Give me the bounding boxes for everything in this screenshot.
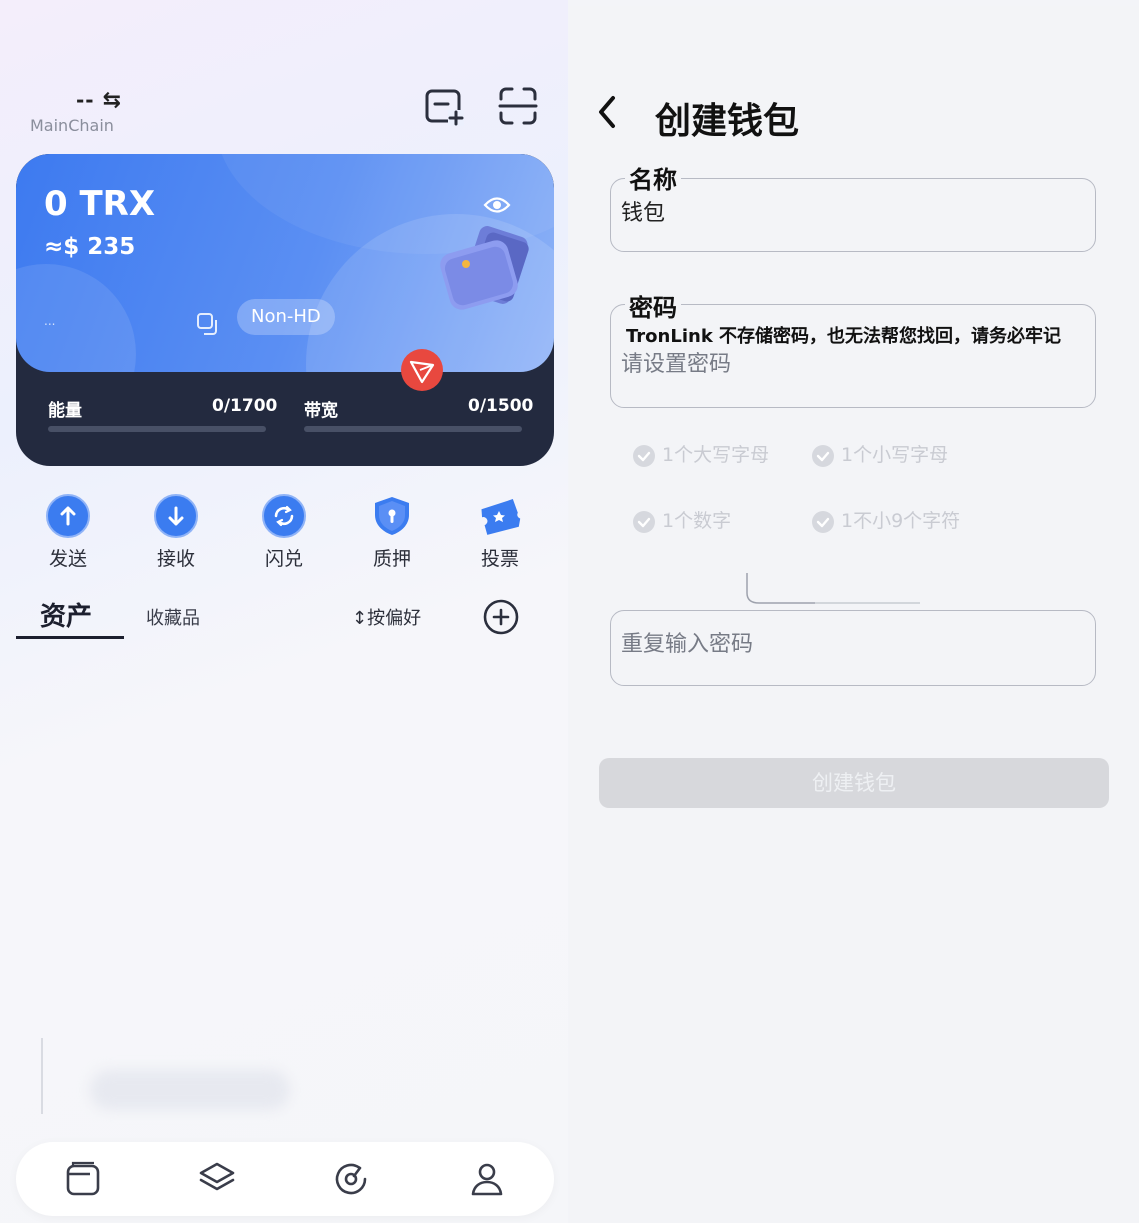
swap-button[interactable]: 闪兑 [230, 490, 338, 571]
active-tab-underline [16, 636, 124, 639]
receive-button[interactable]: 接收 [122, 490, 230, 571]
name-input[interactable] [621, 198, 1081, 223]
asset-tabs: 资产 收藏品 ↕按偏好 [16, 596, 556, 644]
check-circle-icon [633, 510, 655, 533]
energy-value: 0/1700 [212, 396, 278, 416]
vote-button[interactable]: 投票 [446, 490, 554, 571]
send-label: 发送 [48, 548, 87, 570]
bandwidth-bar [304, 426, 522, 432]
sort-label: 按偏好 [367, 608, 422, 629]
check-circle-icon [812, 510, 834, 533]
rule-number: 1个数字 [632, 506, 731, 534]
wallet-address: ... [44, 314, 56, 328]
receive-label: 接收 [156, 548, 195, 570]
stake-button[interactable]: 质押 [338, 490, 446, 571]
network-switcher[interactable]: -- ⇆ [76, 88, 122, 113]
create-wallet-button[interactable]: 创建钱包 [599, 758, 1109, 808]
profile-icon[interactable] [468, 1160, 506, 1198]
page-title: 创建钱包 [655, 101, 800, 142]
tron-logo-icon [401, 349, 443, 391]
trx-balance: 0 TRX [44, 184, 156, 224]
password-input[interactable] [621, 352, 1081, 377]
create-wallet-screen: 创建钱包 名称 密码 TronLink 不存储密码，也无法帮您找回，请务必牢记 … [569, 6, 1139, 1223]
send-icon [46, 494, 90, 538]
switch-network-icon: ⇆ [102, 88, 123, 113]
rule-length-text: 1不小9个字符 [841, 510, 961, 532]
rule-lowercase-text: 1个小写字母 [841, 444, 949, 466]
bandwidth-value: 0/1500 [468, 396, 534, 416]
rule-number-text: 1个数字 [662, 510, 732, 532]
rule-uppercase-text: 1个大写字母 [662, 444, 770, 466]
loading-placeholder [90, 1070, 290, 1110]
network-name: MainChain [30, 116, 114, 135]
network-symbol: -- [76, 88, 95, 112]
layers-icon[interactable] [198, 1160, 236, 1198]
energy-label: 能量 [48, 401, 82, 421]
check-circle-icon [633, 444, 655, 467]
add-asset-icon[interactable] [482, 598, 520, 636]
field-connector-line [746, 573, 920, 604]
energy-bar [48, 426, 266, 432]
tab-assets[interactable]: 资产 [40, 596, 92, 633]
vote-label: 投票 [480, 548, 519, 570]
wallet-icon[interactable] [64, 1160, 102, 1198]
wallet-type-badge: Non-HD [237, 299, 335, 335]
swap-label: 闪兑 [264, 548, 303, 570]
rule-length: 1不小9个字符 [811, 506, 960, 534]
eye-icon[interactable] [483, 194, 511, 216]
wallet-home-screen: -- ⇆ MainChain 0 TRX ≈$ 235 ... Non-HD 能… [0, 0, 568, 1223]
discover-icon[interactable] [332, 1160, 370, 1198]
swap-icon [262, 494, 306, 538]
stake-shield-icon [375, 497, 409, 535]
sort-button[interactable]: ↕按偏好 [352, 604, 421, 630]
add-wallet-icon[interactable] [424, 86, 464, 126]
copy-address-icon[interactable] [196, 312, 220, 336]
rule-uppercase: 1个大写字母 [632, 440, 769, 468]
divider-line [41, 1038, 43, 1114]
password-label: 密码 [625, 288, 681, 323]
wallet-card[interactable]: 0 TRX ≈$ 235 ... Non-HD 能量 0/1700 带宽 0/1… [16, 154, 554, 466]
scan-icon[interactable] [498, 86, 538, 126]
rule-lowercase: 1个小写字母 [811, 440, 948, 468]
quick-actions: 发送 接收 闪兑 质押 投票 [14, 490, 554, 580]
bottom-nav [16, 1142, 554, 1216]
tab-collectibles[interactable]: 收藏品 [146, 604, 200, 630]
confirm-password-input[interactable] [621, 632, 1081, 657]
vote-ticket-icon [481, 499, 521, 535]
receive-icon [154, 494, 198, 538]
send-button[interactable]: 发送 [14, 490, 122, 571]
check-circle-icon [812, 444, 834, 467]
usd-value: ≈$ 235 [44, 234, 136, 260]
bandwidth-label: 带宽 [304, 401, 338, 421]
password-warning: TronLink 不存储密码，也无法帮您找回，请务必牢记 [626, 326, 1062, 347]
wallet-illustration-icon [440, 226, 529, 310]
name-label: 名称 [625, 160, 681, 195]
back-arrow-icon[interactable] [593, 92, 623, 132]
stake-label: 质押 [372, 548, 411, 570]
wallet-card-header: 0 TRX ≈$ 235 ... Non-HD [16, 154, 554, 372]
sort-icon: ↕ [352, 608, 368, 629]
